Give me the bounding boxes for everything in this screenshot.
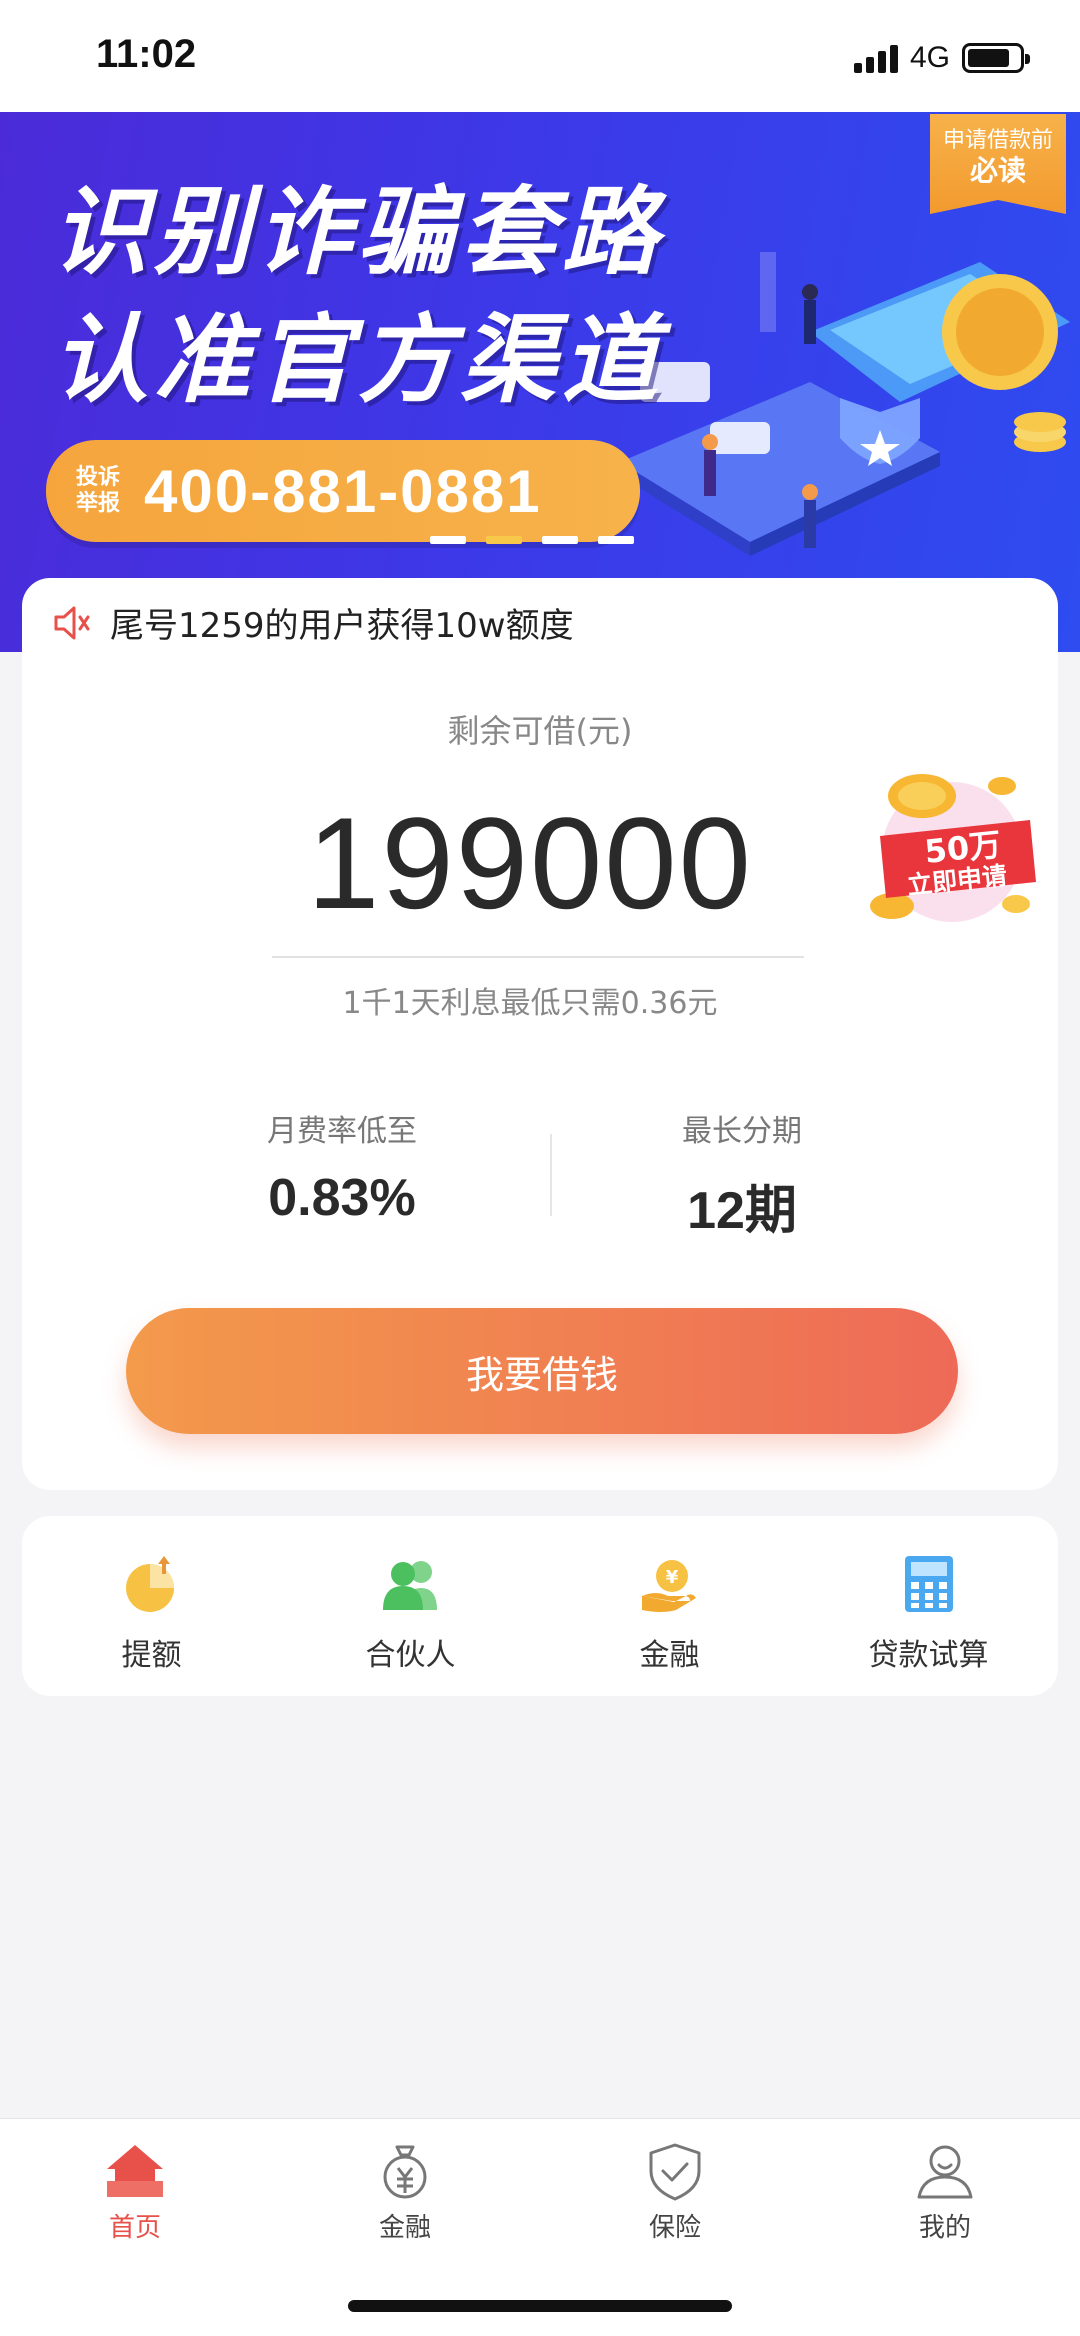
apply-500k-badge[interactable]: 50万 立即申请 — [852, 756, 1042, 946]
stat-label: 最长分期 — [682, 1114, 802, 1149]
home-icon — [107, 2145, 163, 2197]
quick-actions: 提额 合伙人 ¥ 金融 贷款试算 — [22, 1516, 1058, 1696]
carousel-indicator — [430, 536, 634, 544]
report-hotline[interactable]: 投诉 举报 400-881-0881 — [46, 440, 640, 542]
notice-ticker[interactable]: 尾号1259的用户获得10w额度 — [52, 598, 574, 647]
report-label-line-2: 举报 — [76, 491, 121, 516]
coin-hand-icon: ¥ — [641, 1560, 696, 1612]
headline-line-2: 认准官方渠道 — [52, 304, 664, 416]
stat-max-installments: 最长分期 12期 — [542, 1106, 942, 1243]
battery-icon — [962, 43, 1030, 73]
hotline-number[interactable]: 400-881-0881 — [144, 457, 542, 526]
quick-action-label: 合伙人 — [365, 1638, 456, 1673]
quick-action-label: 贷款试算 — [868, 1638, 989, 1673]
status-icons: 4G — [853, 38, 1030, 78]
headline-line-1: 识别诈骗套路 — [52, 176, 664, 288]
quick-action-finance[interactable]: ¥ 金融 — [540, 1516, 799, 1696]
stat-label: 月费率低至 — [267, 1114, 417, 1149]
calculator-icon — [904, 1556, 953, 1612]
amount-label: 剩余可借(元) — [447, 712, 633, 750]
network-type: 4G — [909, 41, 950, 74]
notice-text: 尾号1259的用户获得10w额度 — [110, 606, 574, 646]
quick-action-raise-limit[interactable]: 提额 — [22, 1516, 281, 1696]
stat-value: 0.83% — [268, 1169, 416, 1227]
user-icon — [917, 2145, 973, 2199]
tab-label: 首页 — [108, 2213, 161, 2243]
svg-text:¥: ¥ — [665, 1567, 678, 1588]
tab-label: 金融 — [378, 2213, 431, 2243]
loan-card: 尾号1259的用户获得10w额度 剩余可借(元) 199000 1千1天利息最低… — [22, 578, 1058, 1490]
shield-check-icon — [649, 2143, 701, 2201]
stat-value: 12期 — [687, 1182, 797, 1240]
borrow-button[interactable]: 我要借钱 — [126, 1308, 958, 1434]
quick-action-loan-calculator[interactable]: 贷款试算 — [799, 1516, 1058, 1696]
quick-action-label: 金融 — [639, 1638, 700, 1673]
tab-home[interactable]: 首页 — [0, 2119, 270, 2336]
quick-action-partner[interactable]: 合伙人 — [281, 1516, 540, 1696]
tag-line-2: 必读 — [969, 154, 1026, 187]
users-icon — [382, 1561, 437, 1610]
money-bag-icon — [383, 2145, 427, 2199]
report-label-line-1: 投诉 — [76, 465, 121, 490]
amount-divider — [272, 956, 804, 958]
tab-label: 保险 — [648, 2213, 701, 2243]
carousel-dot-active[interactable] — [486, 536, 522, 544]
interest-note: 1千1天利息最低只需0.36元 — [342, 986, 718, 1021]
status-bar: 11:02 4G — [0, 0, 1080, 112]
stat-monthly-rate: 月费率低至 0.83% — [142, 1106, 542, 1228]
signal-icon — [853, 43, 898, 73]
carousel-dot[interactable] — [430, 536, 466, 544]
promo-banner[interactable]: 申请借款前 必读 识别诈骗套路 认准官方渠道 投诉 举报 400-881-088… — [0, 112, 1080, 652]
status-time: 11:02 — [96, 32, 197, 76]
home-indicator[interactable] — [348, 2300, 732, 2312]
speaker-icon — [54, 606, 90, 639]
report-label: 投诉 举报 — [76, 465, 132, 517]
carousel-dot[interactable] — [542, 536, 578, 544]
pie-chart-icon — [125, 1556, 174, 1612]
tab-label: 我的 — [918, 2213, 971, 2243]
carousel-dot[interactable] — [598, 536, 634, 544]
quick-action-label: 提额 — [121, 1638, 182, 1673]
must-read-tag[interactable]: 申请借款前 必读 — [930, 114, 1066, 214]
banner-headline: 识别诈骗套路 认准官方渠道 — [52, 168, 664, 424]
tab-mine[interactable]: 我的 — [810, 2119, 1080, 2336]
tag-line-1: 申请借款前 — [942, 128, 1053, 153]
